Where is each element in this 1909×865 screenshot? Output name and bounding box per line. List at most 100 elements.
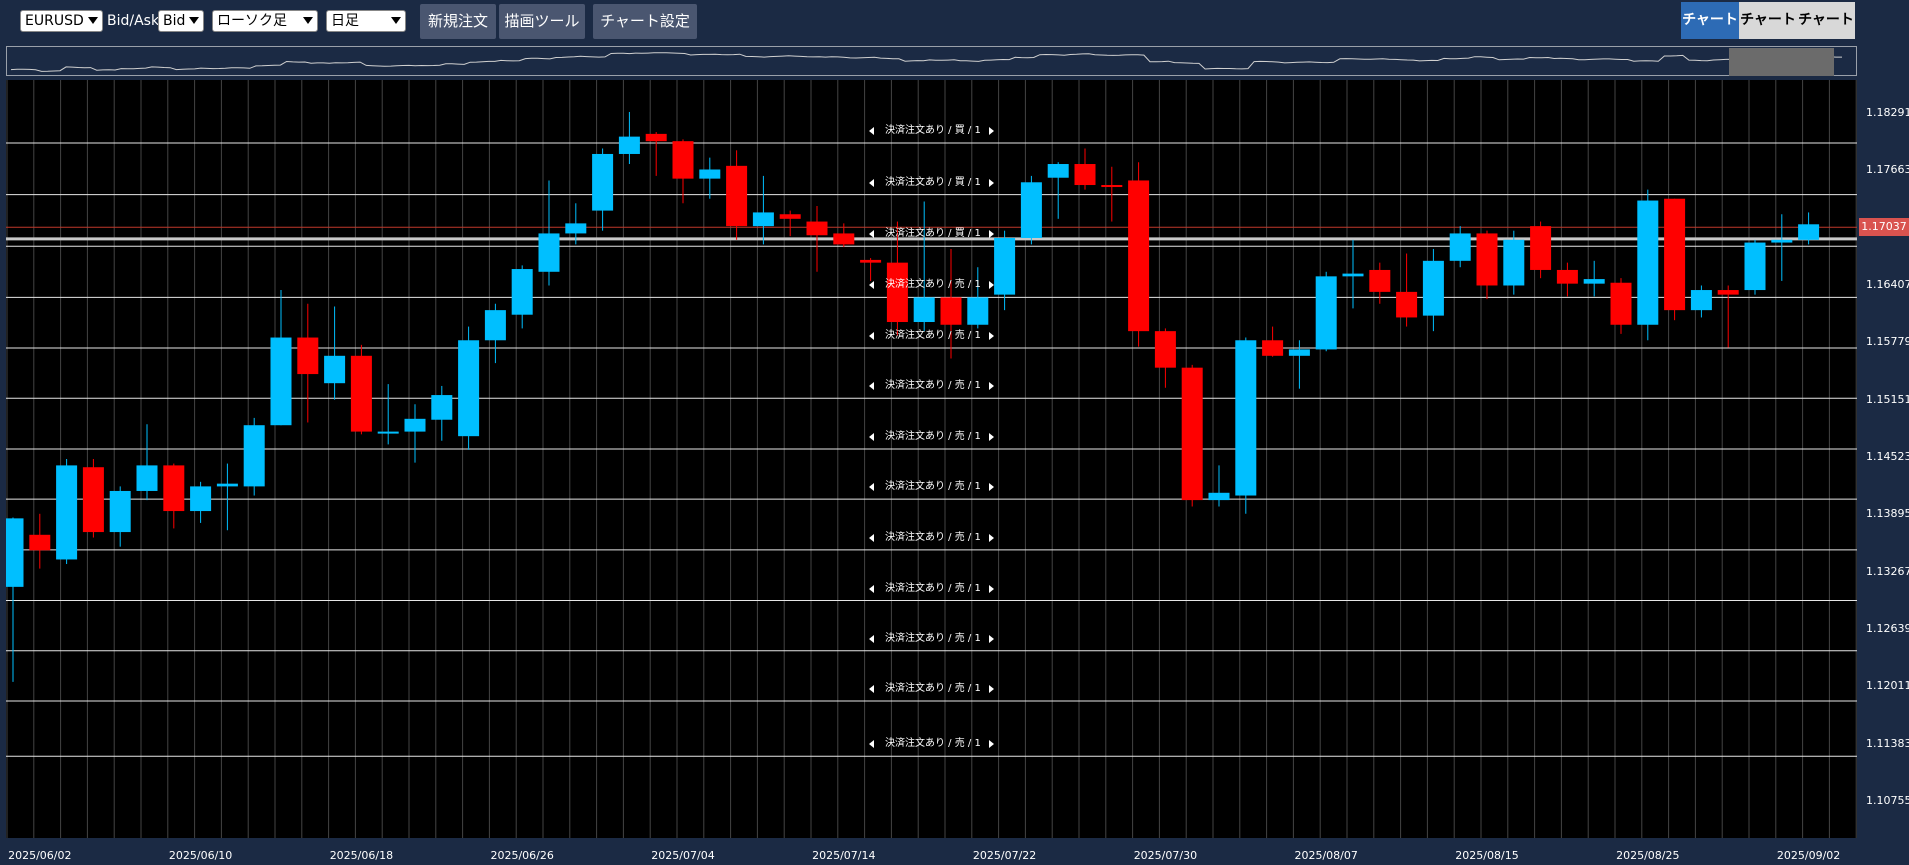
order-label[interactable]: 決済注文あり / 売 / 1: [869, 379, 994, 393]
arrow-right-icon[interactable]: [989, 332, 994, 341]
arrow-right-icon[interactable]: [989, 281, 994, 290]
candle-down: [940, 297, 962, 325]
candle-down: [833, 233, 855, 245]
candle-down: [1154, 331, 1176, 368]
tab-chart2[interactable]: チャート2: [1739, 2, 1797, 65]
x-axis: [6, 838, 1857, 865]
bidask-label: Bid/Ask: [107, 13, 160, 29]
candle-up: [994, 237, 1016, 295]
candle-up: [109, 490, 131, 533]
bidask-select[interactable]: Bid: [158, 10, 204, 32]
x-tick-label: 2025/06/18: [329, 849, 394, 862]
order-label[interactable]: 決済注文あり / 買 / 1: [869, 176, 994, 190]
chart-type-select[interactable]: ローソク足: [212, 10, 318, 32]
order-label[interactable]: 決済注文あり / 売 / 1: [869, 480, 994, 494]
order-label-text: 決済注文あり / 売 / 1: [885, 380, 981, 392]
navigator-handle[interactable]: [1729, 48, 1834, 76]
arrow-left-icon[interactable]: [869, 332, 874, 341]
candle-up: [324, 355, 346, 384]
arrow-right-icon[interactable]: [989, 584, 994, 593]
arrow-left-icon[interactable]: [869, 127, 874, 135]
y-tick-label: 1.12011: [1866, 679, 1909, 693]
arrow-left-icon[interactable]: [869, 281, 874, 290]
tab-chart1[interactable]: チャート1: [1681, 2, 1739, 65]
candle-up: [1342, 273, 1364, 277]
candle-up: [1583, 279, 1605, 284]
y-tick-label: 1.10755: [1866, 794, 1909, 807]
price-chart[interactable]: [6, 80, 1857, 838]
order-label[interactable]: 決済注文あり / 買 / 1: [869, 227, 994, 241]
arrow-left-icon[interactable]: [869, 178, 874, 187]
order-label[interactable]: 決済注文あり / 売 / 1: [869, 737, 994, 751]
candle-down: [1369, 269, 1391, 292]
y-tick-label: 1.13267: [1866, 564, 1909, 578]
order-label[interactable]: 決済注文あり / 売 / 1: [869, 278, 994, 292]
drawing-tools-button[interactable]: 描画ツール: [499, 4, 585, 39]
arrow-left-icon[interactable]: [869, 382, 874, 391]
chevron-down-icon: [88, 17, 98, 24]
order-label-text: 決済注文あり / 売 / 1: [885, 481, 981, 493]
new-order-button[interactable]: 新規注文: [420, 4, 496, 39]
x-tick-label: 2025/06/10: [168, 849, 233, 862]
arrow-left-icon[interactable]: [869, 432, 874, 441]
candle-up: [190, 486, 212, 512]
arrow-right-icon[interactable]: [989, 178, 994, 187]
arrow-right-icon[interactable]: [989, 432, 994, 441]
order-label[interactable]: 決済注文あり / 買 / 1: [869, 124, 994, 138]
candle-up: [270, 337, 292, 426]
navigator-bar[interactable]: [6, 46, 1857, 76]
arrow-right-icon[interactable]: [989, 533, 994, 542]
order-label[interactable]: 決済注文あり / 売 / 1: [869, 531, 994, 545]
arrow-left-icon[interactable]: [869, 685, 874, 693]
order-label-text: 決済注文あり / 買 / 1: [885, 125, 981, 136]
timeframe-value: 日足: [331, 13, 359, 29]
arrow-right-icon[interactable]: [989, 382, 994, 391]
candle-up: [6, 518, 24, 587]
order-label[interactable]: 決済注文あり / 売 / 1: [869, 682, 994, 696]
candle-down: [1181, 367, 1203, 501]
x-tick-label: 2025/08/15: [1455, 849, 1519, 862]
candle-down: [1530, 226, 1552, 270]
arrow-right-icon[interactable]: [989, 127, 994, 135]
timeframe-select[interactable]: 日足: [326, 10, 406, 32]
order-label[interactable]: 決済注文あり / 売 / 1: [869, 632, 994, 646]
candle-up: [1020, 182, 1042, 238]
y-tick-label: 1.15779: [1866, 335, 1909, 349]
y-tick-label: 1.16407: [1866, 277, 1909, 291]
arrow-left-icon[interactable]: [869, 483, 874, 492]
candle-down: [860, 259, 882, 263]
order-label[interactable]: 決済注文あり / 売 / 1: [869, 430, 994, 444]
candle-up: [1235, 340, 1257, 496]
arrow-left-icon[interactable]: [869, 230, 874, 239]
order-label[interactable]: 決済注文あり / 売 / 1: [869, 329, 994, 343]
arrow-right-icon[interactable]: [989, 740, 994, 749]
arrow-left-icon[interactable]: [869, 584, 874, 593]
chart-settings-button[interactable]: チャート設定: [593, 4, 697, 39]
candle-down: [1610, 282, 1632, 325]
arrow-right-icon[interactable]: [989, 685, 994, 693]
candle-up: [592, 153, 614, 211]
chevron-down-icon: [391, 17, 401, 24]
navigator-line: [10, 52, 1842, 72]
candle-down: [1074, 164, 1096, 186]
arrow-left-icon[interactable]: [869, 634, 874, 643]
candle-up: [136, 465, 158, 491]
arrow-right-icon[interactable]: [989, 634, 994, 643]
candle-up: [1771, 239, 1793, 243]
order-label-text: 決済注文あり / 売 / 1: [885, 683, 981, 694]
arrow-right-icon[interactable]: [989, 230, 994, 239]
candle-down: [1262, 340, 1284, 356]
candle-down: [806, 221, 828, 236]
candle-down: [1101, 185, 1123, 188]
x-tick-label: 2025/07/14: [812, 849, 876, 862]
arrow-right-icon[interactable]: [989, 483, 994, 492]
arrow-left-icon[interactable]: [869, 740, 874, 749]
toolbar: EURUSD Bid/Ask Bid ローソク足 日足 新規注文 描画ツール チ…: [0, 0, 1909, 65]
y-tick-label: 1.14523: [1866, 449, 1909, 463]
candle-up: [243, 425, 265, 487]
candle-down: [645, 133, 667, 142]
order-label[interactable]: 決済注文あり / 売 / 1: [869, 582, 994, 596]
tab-chart3[interactable]: チャート3: [1797, 2, 1855, 65]
arrow-left-icon[interactable]: [869, 533, 874, 542]
symbol-select[interactable]: EURUSD: [20, 10, 103, 32]
